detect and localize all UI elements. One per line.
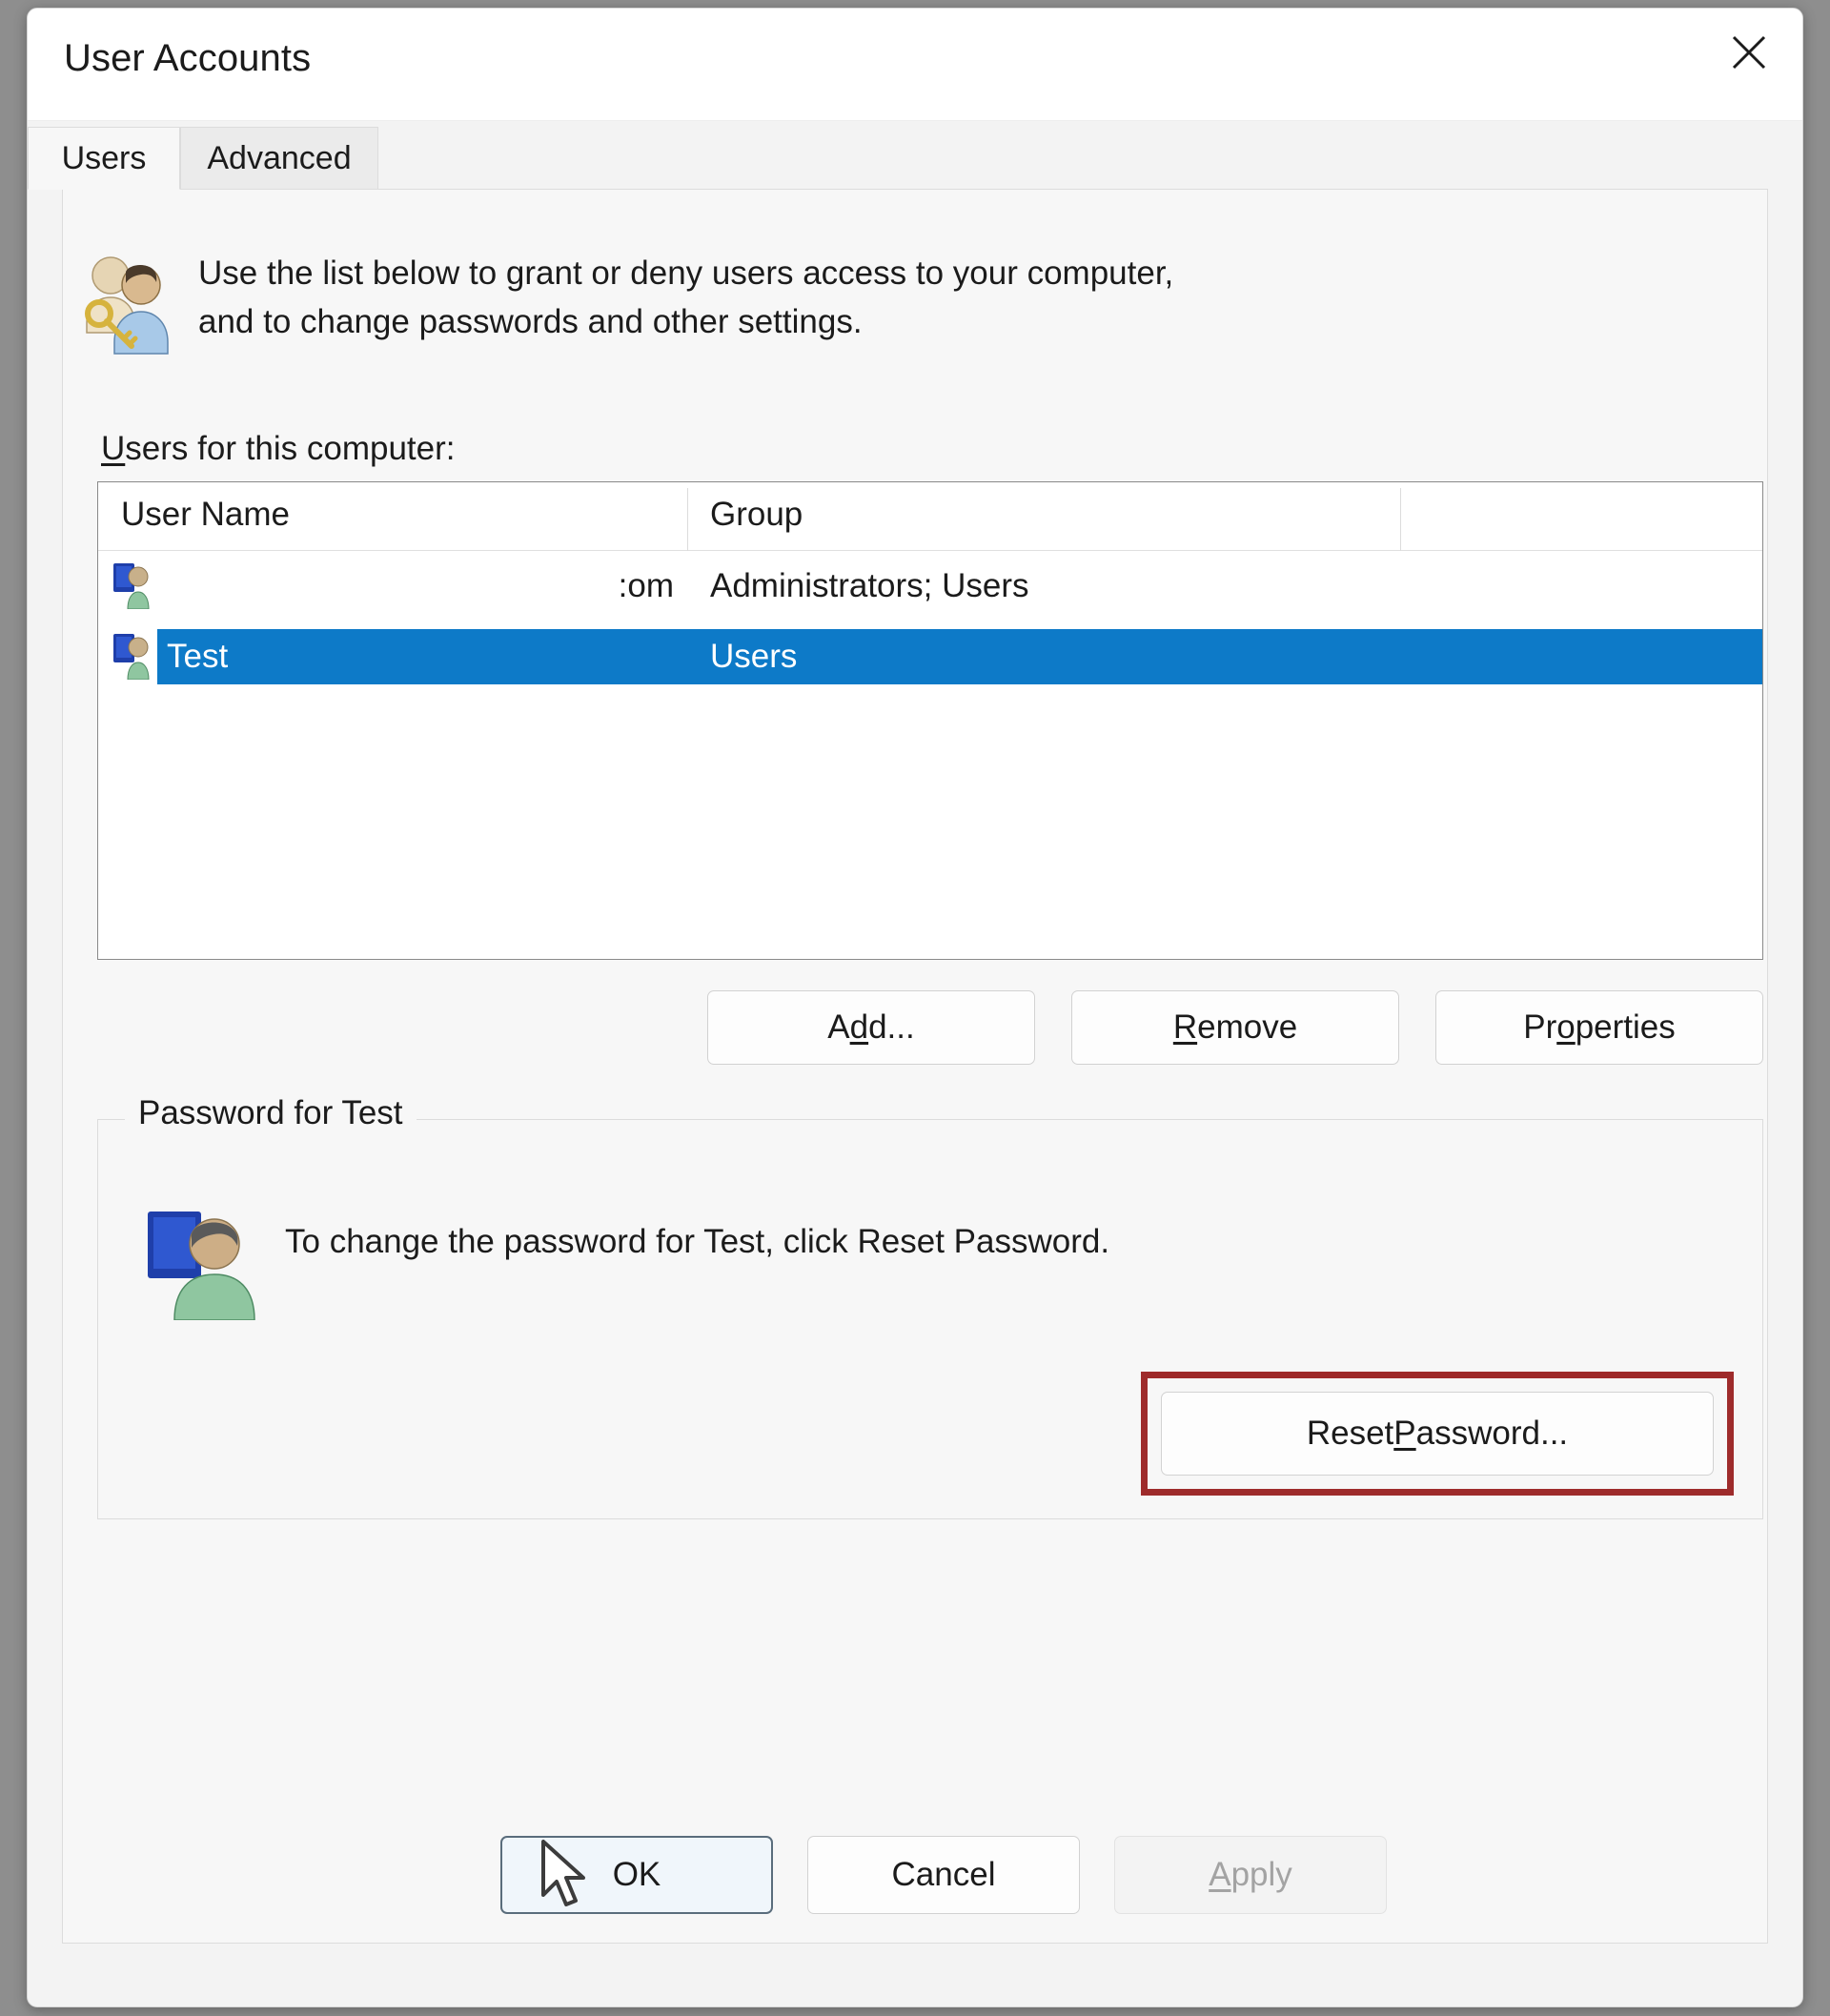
password-group-legend: Password for Test bbox=[125, 1094, 417, 1132]
reset-password-pre: Reset bbox=[1306, 1415, 1394, 1452]
user-monitor-icon bbox=[142, 1202, 285, 1325]
properties-button-pre: Pr bbox=[1523, 1008, 1557, 1046]
users-tab-panel: Use the list below to grant or deny user… bbox=[62, 190, 1768, 1944]
window-title: User Accounts bbox=[64, 37, 312, 79]
close-icon[interactable] bbox=[1705, 9, 1793, 96]
column-header-user-name[interactable]: User Name bbox=[98, 482, 687, 550]
row-selection-highlight: Test Users bbox=[157, 629, 1762, 684]
list-header-row: User Name Group bbox=[98, 482, 1762, 551]
intro-line-2: and to change passwords and other settin… bbox=[198, 303, 863, 341]
cell-user-name: Test bbox=[167, 638, 229, 675]
remove-button-post: emove bbox=[1197, 1008, 1298, 1046]
tab-users[interactable]: Users bbox=[28, 127, 180, 190]
add-button-post: d... bbox=[868, 1008, 915, 1046]
users-key-icon bbox=[72, 247, 198, 362]
add-button[interactable]: Ad d... bbox=[707, 990, 1035, 1065]
user-accounts-window: User Accounts Users Advanced Use the lis… bbox=[27, 8, 1803, 2007]
intro-line-1: Use the list below to grant or deny user… bbox=[198, 255, 1174, 292]
table-row[interactable]: Test Users bbox=[98, 621, 1762, 692]
apply-button: Apply bbox=[1114, 1836, 1387, 1914]
password-description-row: To change the password for Test, click R… bbox=[142, 1202, 1109, 1325]
list-actions: Ad d... Remove Pr o perties bbox=[97, 990, 1763, 1065]
add-button-pre: A bbox=[827, 1008, 850, 1046]
add-button-accel: d bbox=[849, 1008, 869, 1046]
dialog-buttons: OK Cancel Apply bbox=[97, 1836, 1733, 1914]
intro-text: Use the list below to grant or deny user… bbox=[198, 247, 1173, 362]
title-bar: User Accounts bbox=[28, 9, 1802, 121]
tab-users-label: Users bbox=[61, 139, 147, 176]
user-account-icon bbox=[98, 630, 157, 684]
column-header-group[interactable]: Group bbox=[687, 482, 1400, 551]
cell-group: Administrators; Users bbox=[710, 567, 1029, 604]
properties-button-post: perties bbox=[1575, 1008, 1676, 1046]
cell-group: Users bbox=[710, 638, 798, 675]
user-account-icon bbox=[98, 560, 157, 614]
reset-password-highlight: Reset Password... bbox=[1141, 1372, 1734, 1496]
cell-user-name: :om bbox=[618, 567, 674, 604]
apply-button-accel: A bbox=[1209, 1856, 1231, 1893]
apply-button-post: pply bbox=[1230, 1856, 1292, 1893]
screenshot-root: User Accounts Users Advanced Use the lis… bbox=[0, 0, 1830, 2016]
remove-button[interactable]: Remove bbox=[1071, 990, 1399, 1065]
properties-button[interactable]: Pr o perties bbox=[1435, 990, 1763, 1065]
users-list-label-rest: sers for this computer: bbox=[125, 430, 456, 467]
reset-password-accel: P bbox=[1393, 1415, 1416, 1452]
users-list-label: Users for this computer: bbox=[101, 430, 456, 468]
reset-password-button[interactable]: Reset Password... bbox=[1161, 1392, 1714, 1476]
users-list-box[interactable]: User Name Group :om Administrators; User… bbox=[97, 481, 1763, 960]
column-header-extra[interactable] bbox=[1400, 482, 1762, 551]
tab-strip: Users Advanced bbox=[28, 121, 1802, 190]
intro-block: Use the list below to grant or deny user… bbox=[72, 247, 1721, 362]
remove-button-accel: R bbox=[1172, 1008, 1198, 1046]
password-group-box: Password for Test To change the password… bbox=[97, 1094, 1763, 1519]
table-row[interactable]: :om Administrators; Users bbox=[98, 551, 1762, 621]
tab-advanced-label: Advanced bbox=[207, 139, 352, 176]
users-list-label-accel: U bbox=[101, 430, 126, 467]
reset-password-post: assword... bbox=[1415, 1415, 1569, 1452]
cancel-button[interactable]: Cancel bbox=[807, 1836, 1080, 1914]
password-description: To change the password for Test, click R… bbox=[285, 1223, 1110, 1260]
properties-button-accel: o bbox=[1556, 1008, 1576, 1046]
tab-advanced[interactable]: Advanced bbox=[180, 127, 378, 190]
ok-button[interactable]: OK bbox=[500, 1836, 773, 1914]
